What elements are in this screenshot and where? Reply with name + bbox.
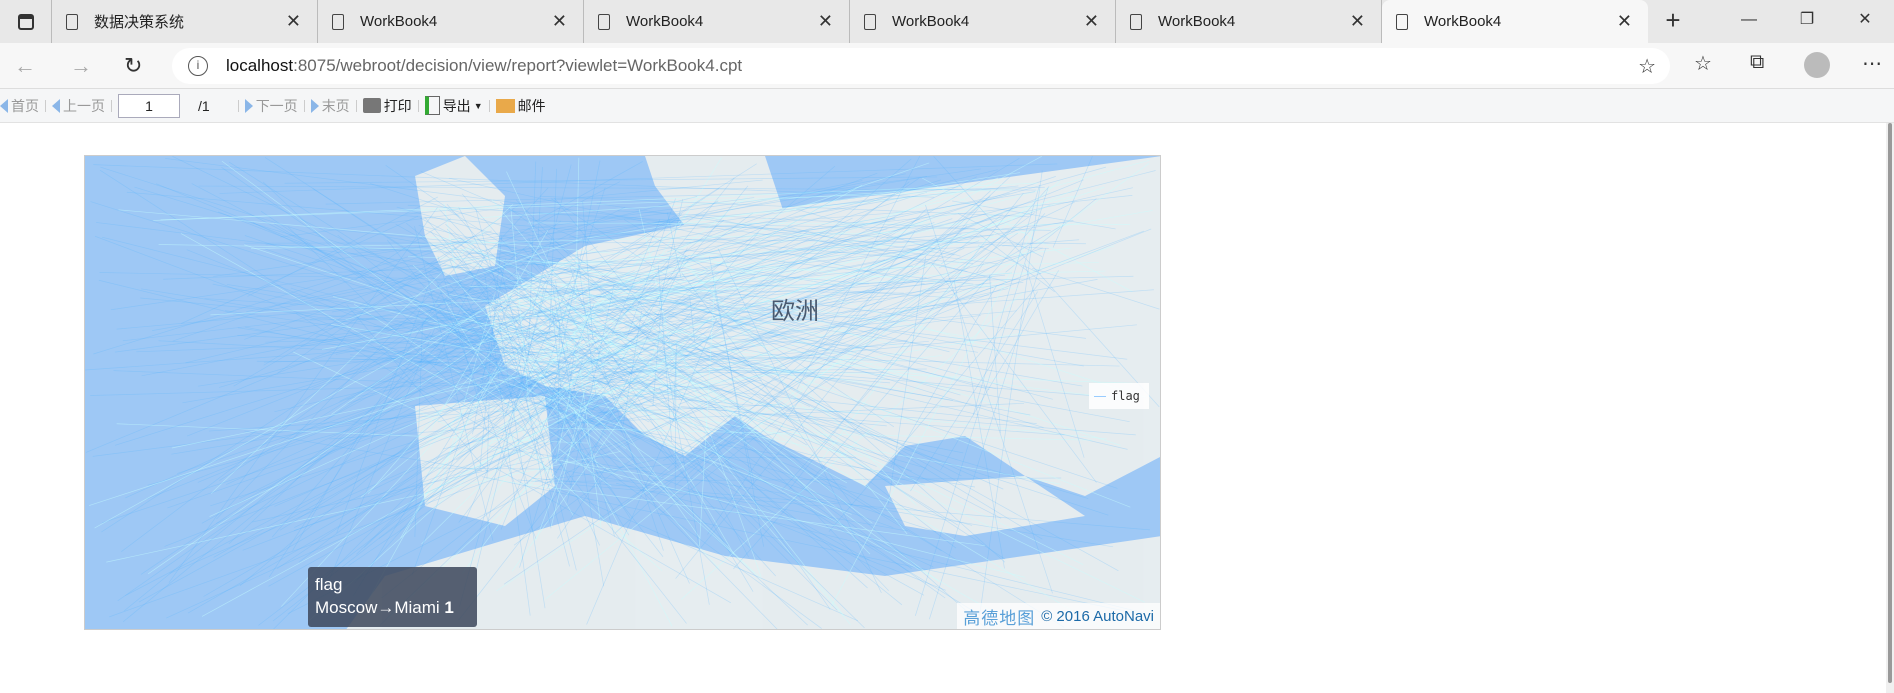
page-icon [864,13,876,30]
tab-1[interactable]: WorkBook4 ✕ [318,0,584,43]
chevron-down-icon: ▼ [473,100,483,111]
next-icon [244,98,253,113]
mail-icon [495,98,515,113]
tab-label: WorkBook4 [1424,13,1502,30]
back-icon[interactable]: ← [14,53,36,79]
profile-avatar[interactable] [1804,52,1830,78]
page-icon [1130,13,1142,30]
last-page-button[interactable]: 末页 [305,96,356,116]
tab-actions-icon[interactable] [0,0,52,43]
close-tab-icon[interactable]: ✕ [552,11,567,32]
first-icon [0,98,8,113]
tooltip: flag Moscow→Miami 1 [308,567,477,627]
favorites-icon[interactable]: ☆ [1694,51,1712,76]
close-tab-icon[interactable]: ✕ [1350,11,1365,32]
tooltip-series: flag [315,575,343,594]
print-label: 打印 [383,97,412,114]
close-tab-icon[interactable]: ✕ [818,11,833,32]
export-icon [424,96,440,115]
legend-line-icon [1094,395,1106,397]
page-icon [66,13,78,30]
page-icon [332,13,344,30]
tab-label: 数据决策系统 [94,14,185,31]
first-page-button[interactable]: 首页 [0,96,45,116]
close-tab-icon[interactable]: ✕ [1617,11,1632,32]
autonavi-logo: 高德地图 [963,608,1036,628]
collections-icon[interactable]: ⧉ [1750,51,1764,74]
export-button[interactable]: 导出 ▼ [419,96,489,116]
report-toolbar: 首页 上一页 /1 下一页 末页 打印 导出▼ 邮件 [0,89,1894,123]
url-host: localhost [226,56,294,75]
flight-line [182,346,514,404]
page-number-input[interactable] [118,93,180,118]
page-icon [598,13,610,30]
legend-item-flag[interactable]: flag [1089,383,1149,409]
new-tab-button[interactable]: + [1648,0,1698,43]
flight-line [172,241,464,342]
tab-label: WorkBook4 [892,13,970,30]
last-icon [310,98,319,113]
tooltip-value: 1 [444,598,454,617]
mail-label: 邮件 [517,97,546,114]
last-label: 末页 [321,97,350,114]
printer-icon [362,98,381,113]
forward-icon[interactable]: → [70,53,92,79]
page-scrollbar[interactable] [1886,123,1894,693]
tab-2[interactable]: WorkBook4 ✕ [584,0,850,43]
flight-map[interactable]: 欧洲 flag flag Moscow→Miami 1 高德地图 © 2016 A… [84,155,1161,630]
info-icon[interactable]: i [188,56,208,76]
next-label: 下一页 [255,97,298,114]
reload-icon[interactable]: ↻ [124,53,142,79]
attribution-text: © 2016 AutoNavi [1041,607,1154,625]
tab-0[interactable]: 数据决策系统 ✕ [52,0,318,43]
tab-5-active[interactable]: WorkBook4 ✕ [1382,0,1648,43]
more-icon[interactable]: ⋯ [1862,51,1882,76]
mail-button[interactable]: 邮件 [490,96,552,116]
print-button[interactable]: 打印 [357,96,418,116]
close-tab-icon[interactable]: ✕ [1084,11,1099,32]
address-bar: ← → ↻ i localhost:8075/webroot/decision/… [0,43,1894,89]
tab-3[interactable]: WorkBook4 ✕ [850,0,1116,43]
url-path: :8075/webroot/decision/view/report?viewl… [293,56,743,75]
url-input[interactable]: i localhost:8075/webroot/decision/view/r… [172,48,1670,84]
flight-line [537,166,543,240]
tab-label: WorkBook4 [626,13,704,30]
flight-line [284,176,938,184]
region-label: 欧洲 [771,298,819,325]
tab-bar: 数据决策系统 ✕ WorkBook4 ✕ WorkBook4 ✕ WorkBook4 ✕… [0,0,1894,43]
close-window-icon[interactable]: ✕ [1836,0,1894,43]
tab-label: WorkBook4 [360,13,438,30]
minimize-icon[interactable]: — [1720,0,1778,43]
map-attribution: 高德地图 © 2016 AutoNavi [957,603,1160,629]
tooltip-route: Moscow→Miami [315,598,440,617]
page-icon [1396,13,1408,30]
page-total: /1 [198,97,210,114]
tab-label: WorkBook4 [1158,13,1236,30]
next-page-button[interactable]: 下一页 [239,96,304,116]
map-canvas [85,156,1160,629]
close-tab-icon[interactable]: ✕ [286,11,301,32]
prev-page-button[interactable]: 上一页 [46,96,111,116]
export-label: 导出 [442,97,471,114]
tab-4[interactable]: WorkBook4 ✕ [1116,0,1382,43]
first-label: 首页 [11,97,39,114]
prev-label: 上一页 [63,97,105,114]
restore-icon[interactable]: ❐ [1778,0,1836,43]
prev-icon [52,98,60,113]
legend-label: flag [1111,389,1140,403]
add-favorite-icon[interactable]: ☆ [1638,54,1656,79]
